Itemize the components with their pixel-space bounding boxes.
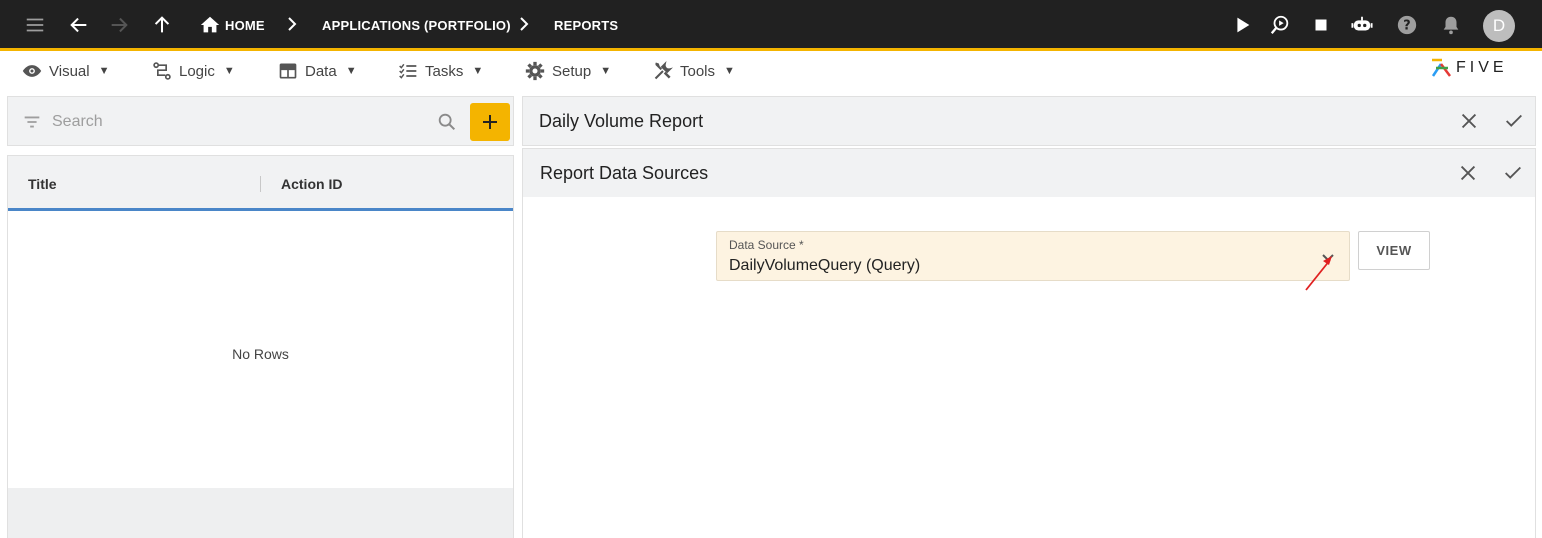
caret-down-icon: ▼ (223, 65, 235, 77)
check-icon[interactable] (1502, 162, 1524, 184)
view-button[interactable]: VIEW (1358, 231, 1430, 270)
menu-bar: Visual ▼ Logic ▼ Data ▼ Tasks ▼ Setup ▼ … (0, 54, 1542, 90)
caret-down-icon: ▼ (724, 65, 735, 77)
bell-icon[interactable] (1439, 13, 1463, 37)
table-icon (279, 63, 297, 79)
list-footer (8, 488, 513, 538)
child-form-title: Report Data Sources (540, 163, 709, 183)
check-icon[interactable] (1503, 110, 1525, 132)
menu-logic[interactable]: Logic ▼ (152, 60, 235, 82)
chevron-right-icon (288, 17, 297, 31)
column-header-title[interactable]: Title (28, 176, 57, 192)
data-source-value: DailyVolumeQuery (Query) (729, 257, 921, 274)
close-icon[interactable] (1458, 110, 1480, 132)
gear-icon (525, 61, 545, 81)
caret-down-icon: ▼ (345, 65, 357, 77)
plus-icon (483, 115, 497, 129)
caret-down-icon: ▼ (600, 65, 612, 77)
list-header: Title Action ID (8, 156, 513, 211)
menu-icon[interactable] (23, 13, 47, 37)
debug-run-icon[interactable] (1268, 13, 1292, 37)
home-icon[interactable] (198, 13, 222, 37)
parent-form-title: Daily Volume Report (539, 111, 704, 131)
menu-tools-label: Tools (680, 62, 716, 80)
top-app-bar: HOME APPLICATIONS (PORTFOLIO) REPORTS ? … (0, 0, 1542, 51)
up-arrow-icon[interactable] (150, 13, 174, 37)
parent-form-header: Daily Volume Report (522, 96, 1536, 146)
menu-logic-label: Logic (179, 62, 215, 80)
menu-data[interactable]: Data ▼ (278, 60, 357, 82)
close-icon[interactable] (1457, 162, 1479, 184)
search-input[interactable] (52, 111, 422, 133)
column-header-action-id[interactable]: Action ID (281, 176, 342, 192)
menu-setup-label: Setup (552, 62, 592, 80)
breadcrumb-applications[interactable]: APPLICATIONS (PORTFOLIO) (322, 18, 511, 33)
avatar[interactable]: D (1483, 10, 1515, 42)
column-divider[interactable] (260, 176, 261, 192)
menu-tasks-label: Tasks (425, 62, 464, 80)
play-icon[interactable] (1230, 13, 1254, 37)
five-logo-text: FIVE (1456, 59, 1508, 76)
caret-down-icon: ▼ (98, 65, 110, 77)
child-form-header: Report Data Sources (522, 148, 1536, 198)
menu-data-label: Data (305, 62, 337, 80)
data-source-select[interactable]: Data Source * DailyVolumeQuery (Query) (716, 231, 1350, 281)
left-list-panel: Title Action ID No Rows (7, 96, 514, 538)
menu-tools[interactable]: Tools ▼ (653, 60, 735, 82)
breadcrumb-home[interactable]: HOME (225, 18, 265, 33)
search-icon[interactable] (436, 111, 458, 133)
menu-tasks[interactable]: Tasks ▼ (398, 60, 483, 82)
breadcrumb-reports[interactable]: REPORTS (554, 18, 618, 33)
data-source-label: Data Source * (729, 238, 804, 252)
chat-bot-icon[interactable] (1350, 13, 1374, 37)
record-list: Title Action ID No Rows (7, 155, 514, 538)
five-logo: FIVE (1430, 56, 1522, 80)
caret-down-icon: ▼ (472, 65, 484, 77)
checklist-icon (399, 63, 417, 79)
forward-arrow-icon[interactable] (107, 13, 131, 37)
search-bar (7, 96, 514, 146)
help-icon[interactable]: ? (1395, 13, 1419, 37)
menu-setup[interactable]: Setup ▼ (525, 60, 611, 82)
back-arrow-icon[interactable] (67, 13, 91, 37)
menu-visual[interactable]: Visual ▼ (22, 60, 109, 82)
menu-visual-label: Visual (49, 62, 90, 80)
empty-state-text: No Rows (232, 346, 289, 362)
svg-text:?: ? (1403, 19, 1410, 34)
logic-flow-icon (153, 62, 171, 80)
annotation-arrow-icon (1305, 256, 1332, 291)
filter-icon[interactable] (21, 111, 43, 133)
tools-icon (654, 61, 673, 80)
eye-icon (22, 65, 42, 77)
five-logo-icon (1431, 58, 1451, 77)
chevron-right-icon (520, 17, 529, 31)
add-button[interactable] (470, 103, 510, 141)
stop-icon[interactable] (1309, 13, 1333, 37)
